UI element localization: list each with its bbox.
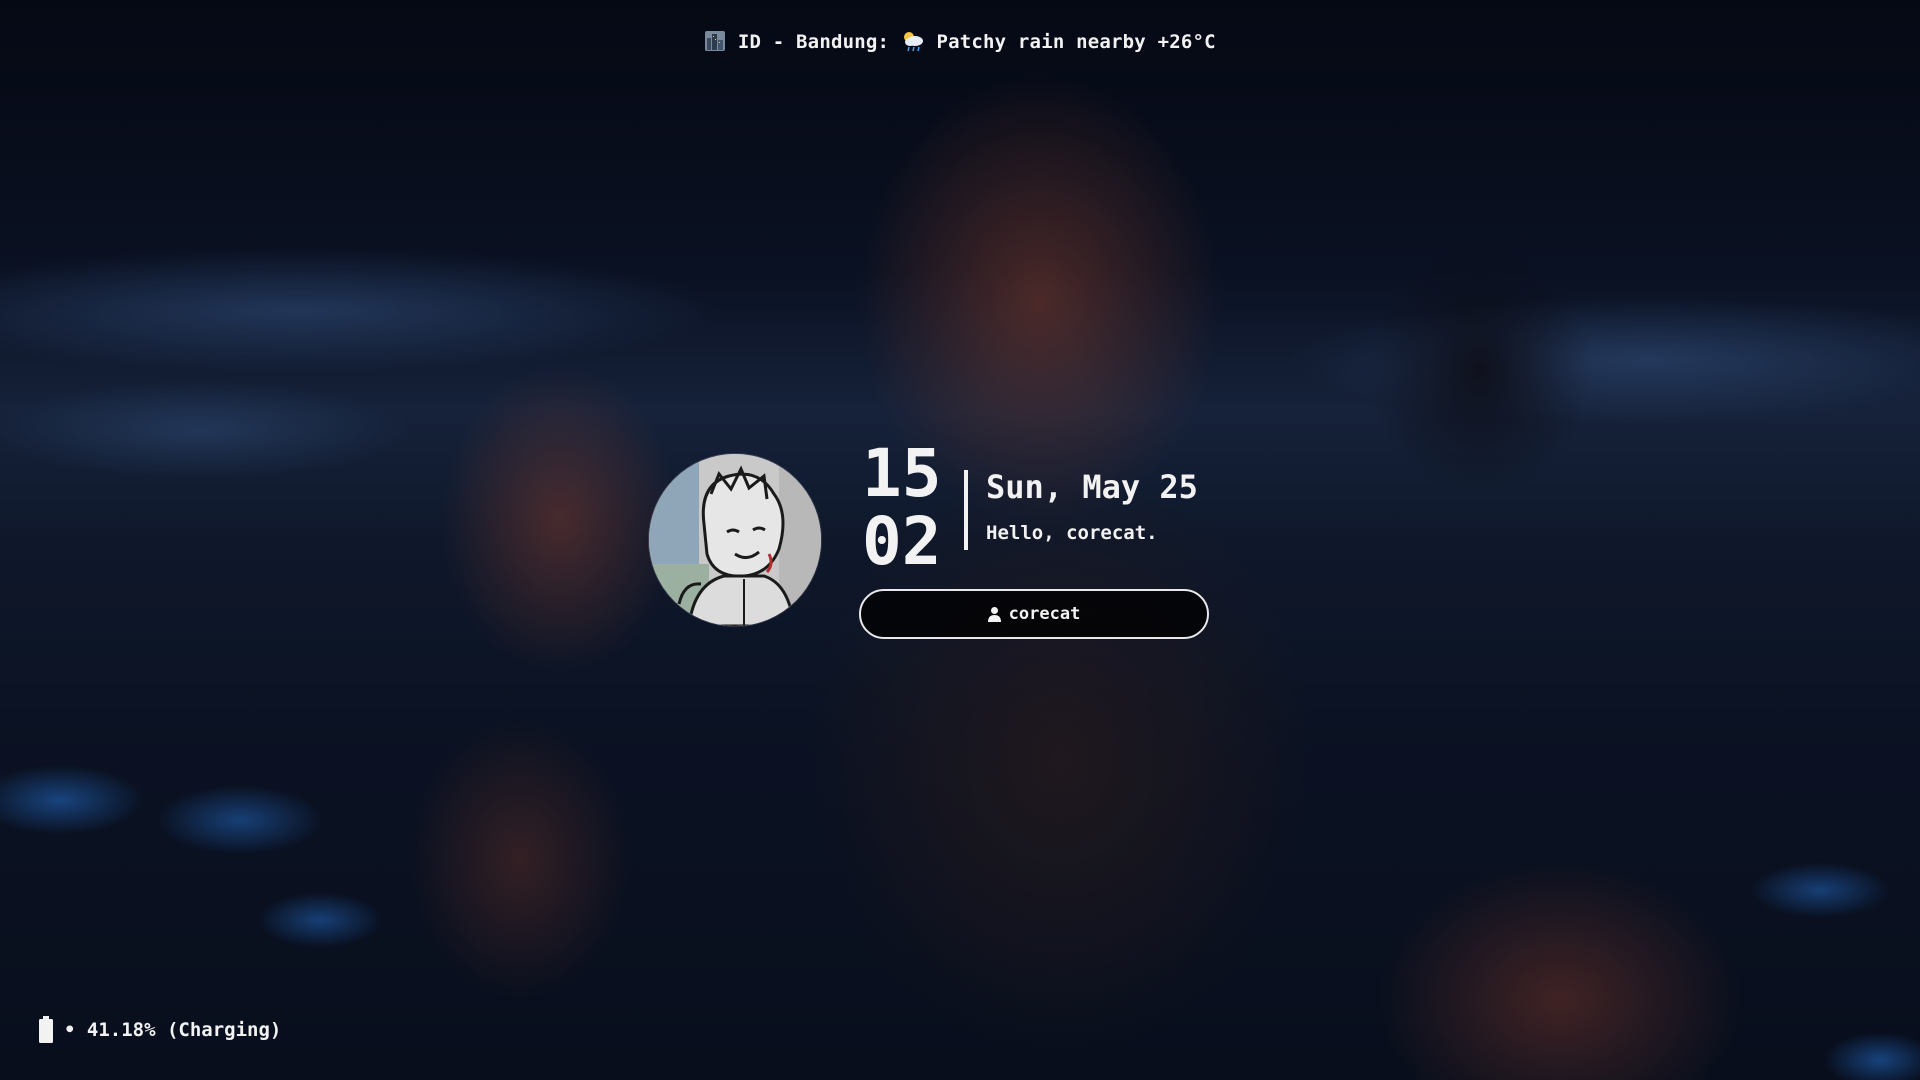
lock-screen: ID - Bandung: Patchy rain nearby +26°C 1… bbox=[0, 0, 1920, 1080]
cityscape-icon bbox=[704, 31, 738, 53]
user-icon bbox=[987, 606, 1001, 622]
weather-condition: Patchy rain nearby +26°C bbox=[936, 31, 1216, 53]
sun-behind-rain-cloud-icon bbox=[901, 31, 937, 53]
weather-widget: ID - Bandung: Patchy rain nearby +26°C bbox=[0, 30, 1920, 53]
user-avatar-sketch bbox=[649, 454, 821, 626]
weather-location: ID - Bandung: bbox=[737, 31, 890, 53]
clock-minutes: 02 bbox=[862, 503, 942, 580]
date-label: Sun, May 25 bbox=[986, 468, 1198, 506]
user-avatar bbox=[649, 454, 821, 626]
battery-status: • 41.18% (Charging) bbox=[38, 1016, 281, 1044]
greeting-text: Hello, corecat. bbox=[986, 522, 1158, 544]
battery-text: • 41.18% (Charging) bbox=[64, 1019, 282, 1041]
username-field[interactable]: corecat bbox=[859, 589, 1209, 639]
username-label: corecat bbox=[1008, 604, 1081, 624]
clock: 15 02 bbox=[862, 440, 941, 576]
clock-separator bbox=[964, 470, 968, 550]
clock-hours: 15 bbox=[862, 435, 942, 512]
battery-icon bbox=[38, 1016, 54, 1044]
blurred-wallpaper bbox=[0, 0, 1920, 1080]
